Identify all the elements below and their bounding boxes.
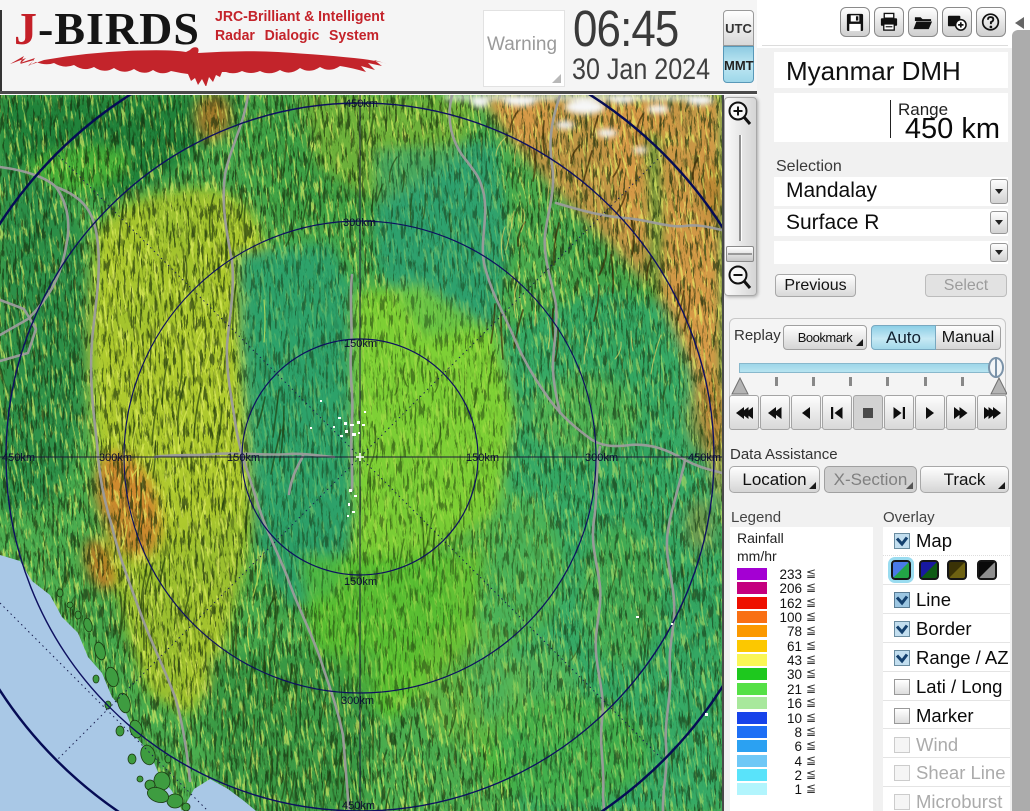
svg-text:450km: 450km — [342, 800, 375, 811]
svg-text:450km: 450km — [688, 452, 721, 464]
svg-text:300km: 300km — [343, 217, 376, 229]
svg-text:150km: 150km — [344, 576, 377, 588]
svg-text:150km: 150km — [344, 338, 377, 350]
svg-text:300km: 300km — [341, 695, 374, 707]
svg-text:450km: 450km — [2, 452, 35, 464]
svg-text:150km: 150km — [466, 452, 499, 464]
svg-text:450km: 450km — [345, 98, 378, 110]
svg-text:150km: 150km — [227, 452, 260, 464]
svg-text:300km: 300km — [99, 452, 132, 464]
svg-text:300km: 300km — [585, 452, 618, 464]
